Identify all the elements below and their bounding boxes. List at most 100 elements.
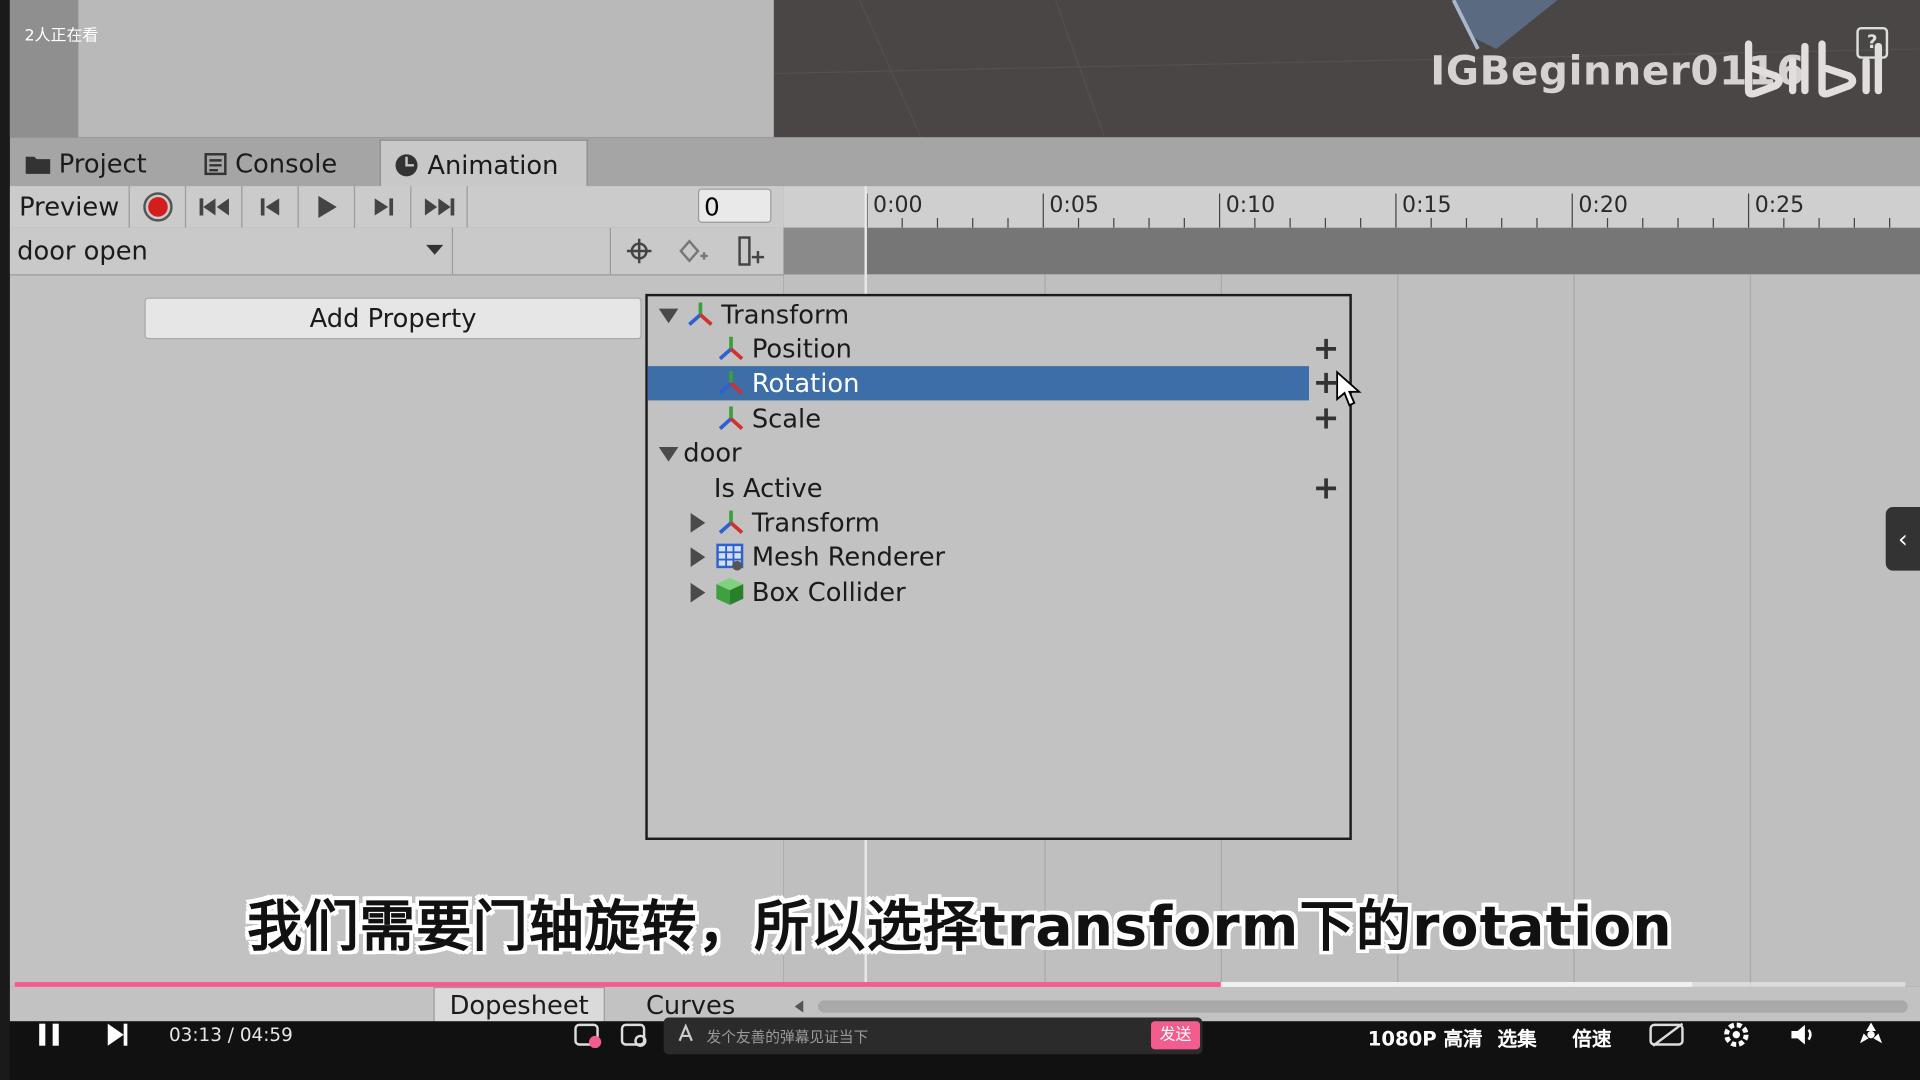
record-icon (142, 192, 173, 222)
progress-played (14, 982, 1221, 987)
transform-axes-icon (718, 510, 744, 535)
danmaku-toggle-icon[interactable] (573, 1021, 602, 1049)
first-keyframe-button[interactable] (186, 186, 243, 228)
filter-by-selection-button[interactable] (609, 227, 668, 275)
add-keyframe-icon (679, 239, 708, 263)
record-button[interactable] (130, 186, 187, 228)
tree-item-label: Position (751, 334, 852, 364)
danmaku-settings-icon[interactable] (620, 1021, 649, 1048)
add-keyframe-button[interactable] (666, 228, 722, 275)
danmaku-placeholder: 发个友善的弹幕见证当下 (706, 1028, 869, 1046)
tree-item-label: Transform (751, 508, 880, 538)
current-time: 03:13 (168, 1023, 222, 1046)
folder-icon (25, 156, 51, 174)
tick-label: 0:00 (873, 192, 923, 218)
previous-keyframe-button[interactable] (242, 186, 299, 228)
help-icon[interactable]: ? (1856, 26, 1889, 59)
tree-item-mesh-renderer[interactable]: Mesh Renderer (648, 540, 1350, 574)
tree-item-door-transform[interactable]: Transform (648, 506, 1350, 540)
keyframe-summary-strip[interactable] (783, 227, 1920, 275)
font-style-icon[interactable] (676, 1023, 696, 1044)
tree-item-rotation[interactable]: Rotation (647, 366, 1309, 401)
ruler-ticks (866, 193, 1891, 228)
subtitle-off-icon[interactable] (1648, 1021, 1687, 1048)
grid-line (1397, 274, 1399, 987)
tree-item-box-collider[interactable]: Box Collider (648, 576, 1350, 610)
tree-item-is-active[interactable]: Is Active (648, 471, 1350, 505)
tree-item-label: door (683, 438, 742, 468)
tree-item-label: Transform (721, 300, 850, 330)
send-danmaku-button[interactable]: 发送 (1151, 1021, 1201, 1050)
tree-item-label: Mesh Renderer (751, 542, 946, 572)
tab-project-label: Project (58, 148, 147, 179)
preview-button[interactable]: Preview (10, 186, 130, 228)
add-scale-plus-icon[interactable]: + (1313, 403, 1340, 435)
add-event-button[interactable] (722, 228, 778, 275)
quality-selector[interactable]: 1080P 高清 (1368, 1022, 1483, 1051)
step-forward-icon (374, 198, 393, 216)
tree-item-scale[interactable]: Scale (648, 402, 1350, 436)
timeline-scrollbar[interactable] (791, 997, 1918, 1017)
grid-line (1749, 274, 1752, 987)
settings-gear-icon[interactable] (1722, 1020, 1751, 1049)
console-icon (204, 152, 227, 175)
collapsed-arrow-icon (690, 582, 706, 603)
skip-to-end-icon (424, 198, 454, 216)
add-is-active-plus-icon[interactable]: + (1313, 473, 1340, 505)
tree-item-label: Box Collider (751, 577, 906, 608)
frame-number-field[interactable]: 0 (697, 188, 772, 223)
expand-arrow-icon (658, 308, 679, 324)
transform-axes-icon (718, 406, 744, 430)
collapsed-arrow-icon (690, 513, 706, 533)
pause-icon[interactable] (34, 1021, 63, 1048)
tree-item-label: Scale (751, 404, 822, 434)
add-position-plus-icon[interactable]: + (1313, 333, 1340, 365)
keyframe-strip-start (783, 227, 867, 275)
playback-time: 03:13 / 04:59 (169, 1024, 293, 1046)
time-separator: / (227, 1023, 234, 1046)
tab-console-label: Console (235, 148, 338, 179)
last-keyframe-button[interactable] (411, 186, 468, 228)
add-event-icon (738, 236, 765, 266)
play-icon (317, 195, 337, 218)
tree-item-label: Is Active (713, 473, 823, 504)
frame-border (0, 0, 10, 1080)
mesh-renderer-icon (716, 543, 744, 571)
play-button[interactable] (299, 186, 356, 228)
transform-axes-icon (718, 336, 744, 361)
skip-to-start-icon (198, 198, 229, 216)
expand-arrow-icon (658, 446, 679, 462)
collapsed-arrow-icon (690, 547, 706, 567)
tab-project[interactable]: Project (24, 141, 147, 186)
volume-icon[interactable] (1789, 1021, 1818, 1048)
tree-item-transform[interactable]: Transform (648, 298, 1350, 332)
add-property-button[interactable]: Add Property (144, 297, 642, 340)
box-collider-icon (716, 577, 744, 605)
tick-label: 0:05 (1049, 192, 1099, 218)
fullscreen-icon[interactable] (1855, 1019, 1887, 1051)
timeline-ruler[interactable] (783, 186, 1920, 228)
tab-animation-label: Animation (427, 150, 559, 180)
transform-axes-icon (688, 302, 713, 326)
tab-console[interactable]: Console (203, 141, 337, 186)
tree-item-door[interactable]: door (648, 436, 1350, 470)
scene-view-inner (78, 0, 774, 138)
chevron-down-icon (426, 244, 444, 255)
tree-item-position[interactable]: Position (648, 332, 1350, 366)
total-time: 04:59 (239, 1023, 293, 1046)
tree-item-label: Rotation (751, 368, 860, 398)
clip-dropdown[interactable]: door open (10, 227, 454, 275)
tab-dopesheet[interactable]: Dopesheet (433, 986, 605, 1024)
speed-button[interactable]: 倍速 (1572, 1022, 1611, 1051)
transform-axes-icon (718, 371, 744, 395)
next-episode-icon[interactable] (103, 1021, 132, 1048)
side-panel-toggle[interactable]: ‹ (1885, 506, 1920, 571)
tick-label: 0:25 (1754, 192, 1805, 218)
tab-animation[interactable]: Animation (379, 139, 588, 189)
clock-icon (395, 153, 418, 176)
clip-name: door open (17, 236, 148, 266)
episodes-button[interactable]: 选集 (1498, 1022, 1537, 1051)
video-subtitle: 我们需要门轴旋转，所以选择transform下的rotation (247, 893, 1673, 959)
tick-label: 0:15 (1402, 192, 1452, 218)
next-keyframe-button[interactable] (355, 186, 412, 228)
